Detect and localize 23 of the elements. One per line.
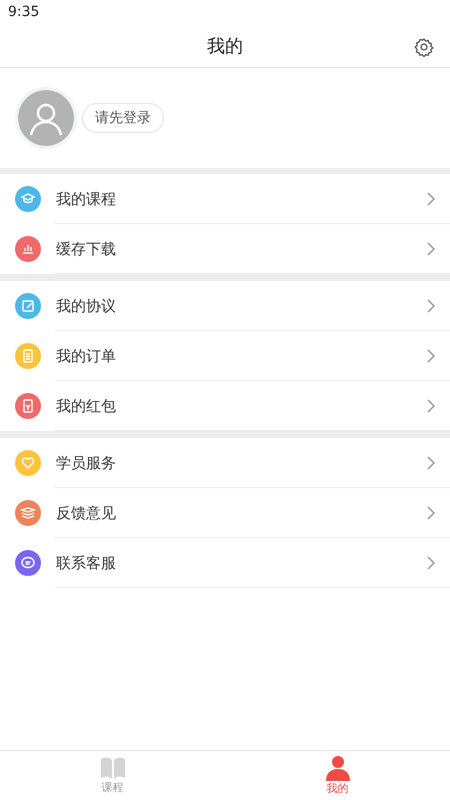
status-time: 9:35	[7, 3, 40, 22]
menu-item[interactable]: 我的红包	[0, 381, 450, 431]
menu-item[interactable]: 学员服务	[0, 438, 450, 488]
chevron-right-icon	[426, 398, 436, 414]
settings-icon[interactable]	[414, 37, 434, 57]
chevron-right-icon	[426, 241, 436, 257]
menu-item[interactable]: 我的订单	[0, 331, 450, 381]
chevron-right-icon	[426, 191, 436, 207]
menu-item[interactable]: 缓存下载	[0, 224, 450, 274]
person-icon	[324, 755, 350, 781]
book-icon	[100, 756, 126, 780]
tab-item[interactable]: 我的	[225, 751, 450, 800]
page-title: 我的	[207, 34, 243, 58]
login-button[interactable]: 请先登录	[82, 103, 164, 133]
menu-item[interactable]: 反馈意见	[0, 488, 450, 538]
chevron-right-icon	[426, 348, 436, 364]
chevron-right-icon	[426, 298, 436, 314]
chevron-right-icon	[426, 455, 436, 471]
menu-item[interactable]: 我的协议	[0, 281, 450, 331]
menu-item[interactable]: 我的课程	[0, 174, 450, 224]
chevron-right-icon	[426, 555, 436, 571]
chevron-right-icon	[426, 505, 436, 521]
menu-item[interactable]: 联系客服	[0, 538, 450, 588]
